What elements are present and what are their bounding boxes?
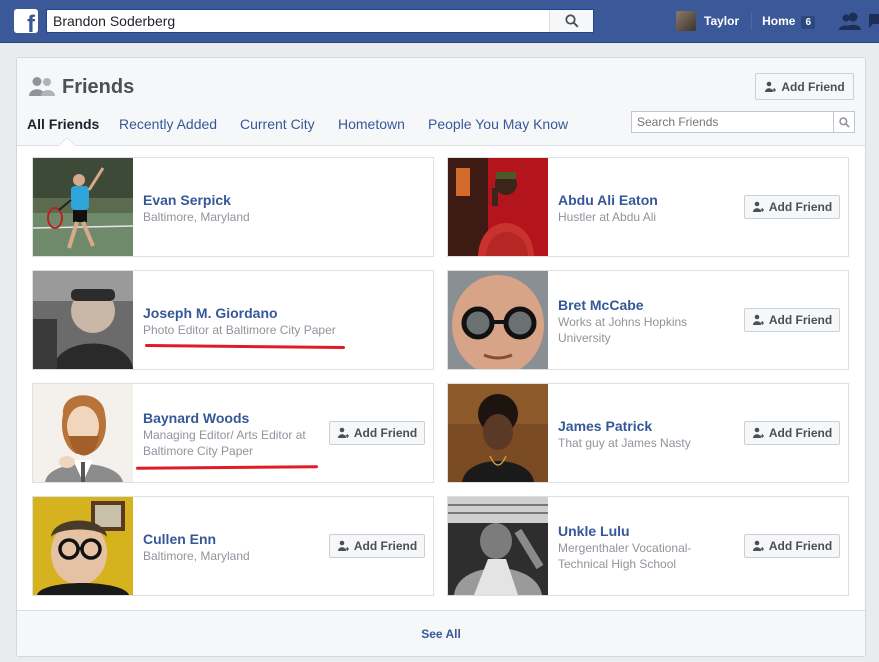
friend-detail-line: Works at Johns Hopkins <box>558 315 688 329</box>
add-person-icon <box>337 427 349 438</box>
friend-detail: Hustler at Abdu Ali <box>558 209 656 225</box>
add-friend-label: Add Friend <box>768 426 833 440</box>
friend-detail-line: Baltimore, Maryland <box>143 549 250 563</box>
red-annotation-underline <box>144 343 346 350</box>
tab-recently-added[interactable]: Recently Added <box>119 116 217 132</box>
search-icon <box>564 14 579 28</box>
friends-card: Friends Add Friend All Friends Recently … <box>16 57 866 657</box>
friend-card: James Patrick That guy at James Nasty Ad… <box>447 383 849 483</box>
friend-photo[interactable] <box>33 271 133 369</box>
friend-card: Joseph M. Giordano Photo Editor at Balti… <box>32 270 434 370</box>
friends-icon <box>29 77 55 96</box>
add-person-icon <box>752 540 764 551</box>
messages-icon[interactable] <box>869 12 879 30</box>
add-friend-button[interactable]: Add Friend <box>744 308 840 332</box>
active-tab-caret <box>59 138 75 146</box>
friend-photo[interactable] <box>33 384 133 482</box>
friend-detail-line: Baltimore, Maryland <box>143 210 250 224</box>
friend-detail-line: Photo Editor at Baltimore City Paper <box>143 323 336 337</box>
nav-divider <box>751 12 753 30</box>
user-nav: Taylor Home 6 <box>676 10 816 32</box>
friend-detail: That guy at James Nasty <box>558 435 691 451</box>
friend-detail-line: Hustler at Abdu Ali <box>558 210 657 224</box>
friend-detail: Baltimore, Maryland <box>143 209 250 225</box>
add-friend-button[interactable]: Add Friend <box>329 534 425 558</box>
red-annotation-underline <box>135 465 319 470</box>
friend-name-link[interactable]: Baynard Woods <box>143 410 249 426</box>
friend-card: Bret McCabe Works at Johns Hopkins Univer… <box>447 270 849 370</box>
friend-name-link[interactable]: Joseph M. Giordano <box>143 305 278 321</box>
friend-name-link[interactable]: Evan Serpick <box>143 192 231 208</box>
friend-card: Evan Serpick Baltimore, Maryland <box>32 157 434 257</box>
friend-photo[interactable] <box>448 158 548 256</box>
friend-detail-line: That guy at James Nasty <box>558 436 691 450</box>
home-label: Home <box>762 13 796 28</box>
home-link[interactable]: Home 6 <box>762 13 816 29</box>
add-friend-button[interactable]: Add Friend <box>744 195 840 219</box>
add-friend-button[interactable]: Add Friend <box>755 73 854 100</box>
add-person-icon <box>337 540 349 551</box>
friend-detail-line: University <box>558 331 611 345</box>
friends-search-button[interactable] <box>833 112 854 132</box>
friend-card: Baynard Woods Managing Editor/ Arts Edit… <box>32 383 434 483</box>
add-person-icon <box>752 427 764 438</box>
friend-name-link[interactable]: Abdu Ali Eaton <box>558 192 658 208</box>
page-title: Friends <box>62 76 135 98</box>
friends-card-footer: See All <box>17 610 865 656</box>
friend-card: Unkle Lulu Mergenthaler Vocational- Techn… <box>447 496 849 596</box>
friend-detail: Mergenthaler Vocational- Technical High S… <box>558 540 691 572</box>
friend-photo[interactable] <box>448 497 548 595</box>
friend-requests-icon[interactable] <box>838 11 862 31</box>
friend-card: Abdu Ali Eaton Hustler at Abdu Ali Add F… <box>447 157 849 257</box>
friend-card: Cullen Enn Baltimore, Maryland Add Frien… <box>32 496 434 596</box>
global-search-button[interactable] <box>549 10 593 32</box>
friend-detail-line: Mergenthaler Vocational- <box>558 541 692 555</box>
friend-name-link[interactable]: Unkle Lulu <box>558 523 630 539</box>
add-person-icon <box>752 201 764 212</box>
friend-name-link[interactable]: James Patrick <box>558 418 652 434</box>
friend-photo[interactable] <box>448 384 548 482</box>
friend-photo[interactable] <box>448 271 548 369</box>
top-navigation-bar: f Taylor Home 6 <box>0 0 879 43</box>
tab-all-friends[interactable]: All Friends <box>27 116 99 132</box>
tab-current-city[interactable]: Current City <box>240 116 315 132</box>
friend-name-link[interactable]: Bret McCabe <box>558 297 644 313</box>
home-count-badge: 6 <box>801 15 816 29</box>
user-name-link[interactable]: Taylor <box>704 14 739 28</box>
add-friend-label: Add Friend <box>768 200 833 214</box>
user-avatar[interactable] <box>676 11 696 31</box>
friends-search-input[interactable] <box>632 112 832 132</box>
tab-people-you-may-know[interactable]: People You May Know <box>428 116 568 132</box>
tab-hometown[interactable]: Hometown <box>338 116 405 132</box>
global-search-box <box>46 9 594 33</box>
add-friend-label: Add Friend <box>781 79 845 94</box>
facebook-logo-icon[interactable]: f <box>14 9 38 33</box>
global-search-input[interactable] <box>47 10 549 32</box>
add-friend-button[interactable]: Add Friend <box>744 534 840 558</box>
friend-photo[interactable] <box>33 158 133 256</box>
add-friend-button[interactable]: Add Friend <box>744 421 840 445</box>
add-person-icon <box>752 314 764 325</box>
add-person-icon <box>765 81 777 92</box>
friend-photo[interactable] <box>33 497 133 595</box>
add-friend-label: Add Friend <box>768 539 833 553</box>
friends-card-header: Friends Add Friend All Friends Recently … <box>17 58 865 146</box>
friend-detail: Works at Johns Hopkins University <box>558 314 687 346</box>
friend-detail: Photo Editor at Baltimore City Paper <box>143 322 336 338</box>
friends-search-box <box>631 111 855 133</box>
add-friend-label: Add Friend <box>353 539 418 553</box>
search-icon <box>838 116 850 128</box>
friend-detail: Managing Editor/ Arts Editor at Baltimore… <box>143 427 306 459</box>
see-all-link[interactable]: See All <box>17 627 865 641</box>
friend-detail-line: Technical High School <box>558 557 677 571</box>
friend-detail-line: Managing Editor/ Arts Editor at <box>143 428 306 442</box>
add-friend-label: Add Friend <box>353 426 418 440</box>
friend-detail-line: Baltimore City Paper <box>143 444 254 458</box>
friend-name-link[interactable]: Cullen Enn <box>143 531 216 547</box>
add-friend-label: Add Friend <box>768 313 833 327</box>
add-friend-button[interactable]: Add Friend <box>329 421 425 445</box>
friend-detail: Baltimore, Maryland <box>143 548 250 564</box>
